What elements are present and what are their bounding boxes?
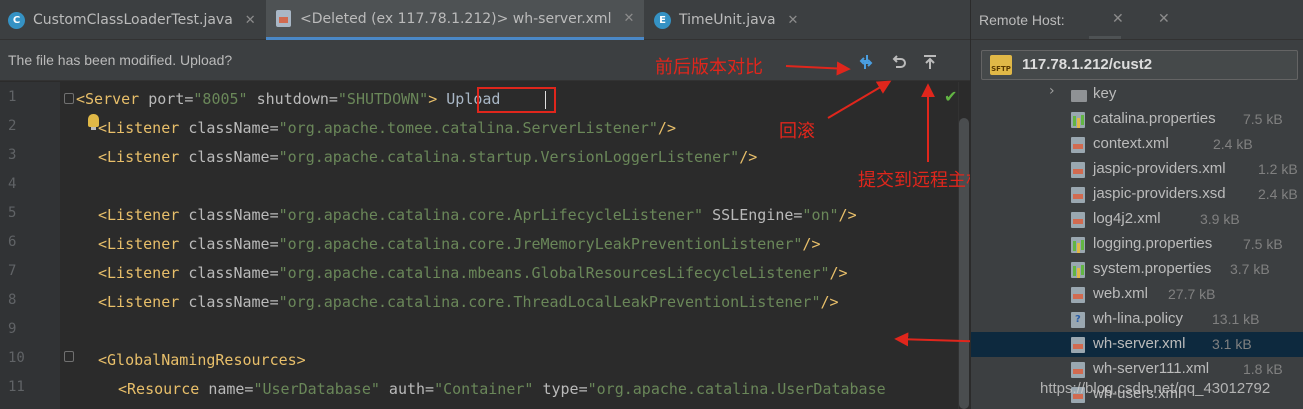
file-name: jaspic-providers.xsd xyxy=(1093,185,1226,202)
file-name: system.properties xyxy=(1093,260,1212,277)
list-item-selected[interactable]: wh-server.xml 3.1 kB xyxy=(971,332,1303,357)
tab-label: <Deleted (ex 117.78.1.212)> wh-server.xm… xyxy=(300,10,612,27)
remote-host-path: 117.78.1.212/cust2 xyxy=(1022,56,1153,73)
list-item[interactable]: web.xml 27.7 kB xyxy=(971,282,1303,307)
tab-wh-server-xml[interactable]: <Deleted (ex 117.78.1.212)> wh-server.xm… xyxy=(266,0,645,40)
close-icon[interactable]: ✕ xyxy=(1158,11,1170,27)
close-icon[interactable]: ✕ xyxy=(1112,11,1124,27)
watermark: https://blog.csdn.net/qq_43012792 xyxy=(1040,380,1271,397)
file-size: 2.4 kB xyxy=(1258,186,1298,202)
remote-file-list: › key catalina.properties 7.5 kB context… xyxy=(971,82,1303,409)
file-size: 1.8 kB xyxy=(1243,361,1283,377)
upload-icon xyxy=(924,55,936,69)
file-name: wh-server.xml xyxy=(1093,335,1186,352)
list-item[interactable]: jaspic-providers.xsd 2.4 kB xyxy=(971,182,1303,207)
upload-button[interactable] xyxy=(918,50,942,74)
code-line-11: <Resource name="UserDatabase" auth="Cont… xyxy=(118,380,886,398)
tab-label: CustomClassLoaderTest.java xyxy=(33,12,233,28)
code-line-6: <Listener className="org.apache.catalina… xyxy=(98,235,821,253)
rollback-icon xyxy=(892,55,906,68)
file-name: web.xml xyxy=(1093,285,1149,302)
file-name: logging.properties xyxy=(1093,235,1213,252)
xml-file-icon xyxy=(1071,362,1085,378)
close-icon[interactable]: ✕ xyxy=(245,13,256,28)
xml-file-icon xyxy=(1071,287,1085,303)
remote-host-panel: Remote Host: ✕ ✕ SFTP 117.78.1.212/cust2… xyxy=(970,0,1303,409)
java-class-icon: C xyxy=(8,11,25,29)
annotation-compare: 前后版本对比 xyxy=(655,57,763,78)
file-name: catalina.properties xyxy=(1093,110,1216,127)
tab-customclassloadertest[interactable]: C CustomClassLoaderTest.java ✕ xyxy=(8,0,256,40)
properties-file-icon xyxy=(1071,262,1085,278)
list-item[interactable]: catalina.properties 7.5 kB xyxy=(971,107,1303,132)
editor-tabbar: C CustomClassLoaderTest.java ✕ <Deleted … xyxy=(0,0,970,40)
file-size: 7.5 kB xyxy=(1243,236,1283,252)
annotation-upload: 提交到远程主机 xyxy=(858,170,984,191)
file-size: 3.7 kB xyxy=(1230,261,1270,277)
xml-file-icon xyxy=(1071,337,1085,353)
tab-timeunit[interactable]: E TimeUnit.java ✕ xyxy=(654,0,798,40)
notice-text: The file has been modified. Upload? xyxy=(8,52,233,68)
remote-tab-indicator xyxy=(1089,36,1121,39)
code-line-10: <GlobalNamingResources> xyxy=(98,351,306,369)
sftp-icon: SFTP xyxy=(990,55,1012,75)
code-line-3: <Listener className="org.apache.catalina… xyxy=(98,148,758,166)
file-name: log4j2.xml xyxy=(1093,210,1161,227)
file-size: 3.9 kB xyxy=(1200,211,1240,227)
compare-button[interactable] xyxy=(854,50,878,74)
rollback-button[interactable] xyxy=(886,50,910,74)
file-size: 3.1 kB xyxy=(1212,336,1252,352)
lightbulb-icon[interactable] xyxy=(88,114,99,130)
code-line-7: <Listener className="org.apache.catalina… xyxy=(98,264,848,282)
annotation-rollback: 回滚 xyxy=(779,121,815,142)
xml-file-icon xyxy=(276,10,291,27)
scrollbar-thumb[interactable] xyxy=(959,118,969,409)
xml-file-icon xyxy=(1071,187,1085,203)
file-name: jaspic-providers.xml xyxy=(1093,160,1226,177)
code-line-2: <Listener className="org.apache.tomee.ca… xyxy=(98,119,676,137)
xml-file-icon xyxy=(1071,212,1085,228)
close-icon[interactable]: ✕ xyxy=(623,11,634,26)
list-item[interactable]: log4j2.xml 3.9 kB xyxy=(971,207,1303,232)
list-item[interactable]: context.xml 2.4 kB xyxy=(971,132,1303,157)
policy-file-icon xyxy=(1071,312,1085,328)
list-item[interactable]: logging.properties 7.5 kB xyxy=(971,232,1303,257)
tab-label: TimeUnit.java xyxy=(679,12,776,28)
list-item[interactable]: › key xyxy=(971,82,1303,107)
list-item[interactable]: jaspic-providers.xml 1.2 kB xyxy=(971,157,1303,182)
file-name: key xyxy=(1093,85,1117,102)
properties-file-icon xyxy=(1071,237,1085,253)
chevron-right-icon[interactable]: › xyxy=(1049,83,1055,99)
list-item[interactable]: wh-server111.xml 1.8 kB xyxy=(971,357,1303,382)
file-name: context.xml xyxy=(1093,135,1169,152)
editor-pane: C CustomClassLoaderTest.java ✕ <Deleted … xyxy=(0,0,970,409)
file-size: 13.1 kB xyxy=(1212,311,1260,327)
modified-notice-bar: The file has been modified. Upload? xyxy=(0,40,970,81)
text-caret xyxy=(545,91,546,109)
file-size: 27.7 kB xyxy=(1168,286,1216,302)
remote-host-header: Remote Host: ✕ ✕ xyxy=(971,0,1303,40)
close-icon[interactable]: ✕ xyxy=(788,13,799,28)
file-size: 1.2 kB xyxy=(1258,161,1298,177)
remote-host-selector[interactable]: SFTP 117.78.1.212/cust2 xyxy=(981,50,1298,80)
file-size: 2.4 kB xyxy=(1213,136,1253,152)
code-line-1: <Server port="8005" shutdown="SHUTDOWN">… xyxy=(76,90,501,108)
java-enum-icon: E xyxy=(654,11,671,29)
compare-icon xyxy=(859,55,873,69)
list-item[interactable]: system.properties 3.7 kB xyxy=(971,257,1303,282)
xml-file-icon xyxy=(1071,162,1085,178)
folder-icon xyxy=(1071,90,1087,102)
remote-host-title: Remote Host: xyxy=(979,12,1065,28)
code-line-5: <Listener className="org.apache.catalina… xyxy=(98,206,857,224)
file-size: 7.5 kB xyxy=(1243,111,1283,127)
code-line-8: <Listener className="org.apache.catalina… xyxy=(98,293,839,311)
file-name: wh-server111.xml xyxy=(1093,360,1210,377)
inspection-ok-icon[interactable]: ✔ xyxy=(944,87,957,106)
file-name: wh-lina.policy xyxy=(1093,310,1184,327)
properties-file-icon xyxy=(1071,112,1085,128)
list-item[interactable]: wh-lina.policy 13.1 kB xyxy=(971,307,1303,332)
xml-file-icon xyxy=(1071,137,1085,153)
